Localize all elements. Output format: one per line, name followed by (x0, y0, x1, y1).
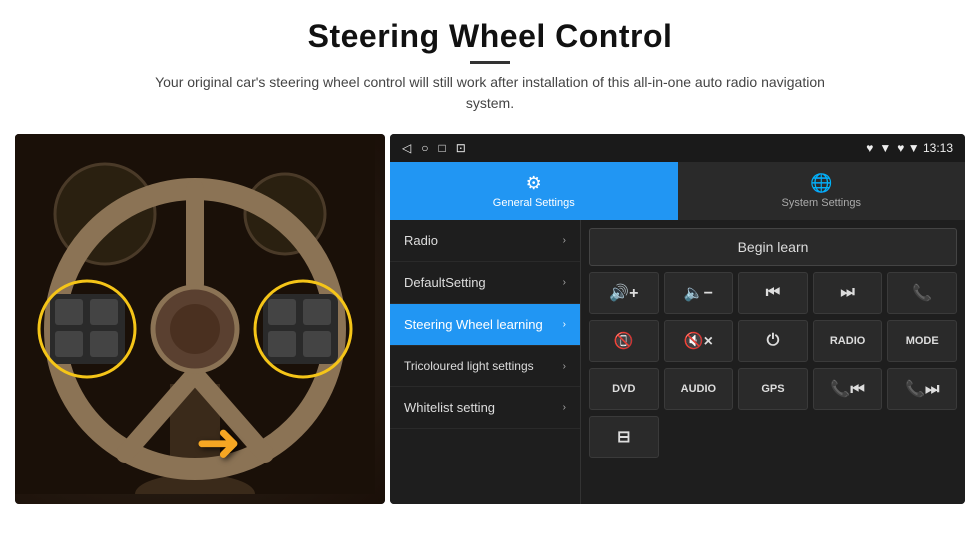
audio-button[interactable]: AUDIO (664, 368, 734, 410)
mute-icon: 🔇× (684, 331, 713, 351)
menu-default-label: DefaultSetting (404, 275, 486, 290)
main-content: ➜ ◁ ○ □ ⊡ ♥ ▼ ♥ ▼ 13:13 ⚙ General Settin… (15, 134, 965, 504)
dvd-button[interactable]: DVD (589, 368, 659, 410)
phone-answer-button[interactable]: 📞 (887, 272, 957, 314)
location-icon: ♥ (866, 141, 873, 155)
chevron-whitelist-icon: › (563, 402, 566, 413)
mode-button[interactable]: MODE (887, 320, 957, 362)
dvd-label: DVD (612, 383, 635, 395)
tab-general-label: General Settings (493, 197, 575, 209)
chevron-tricoloured-icon: › (563, 361, 566, 372)
mute-button[interactable]: 🔇× (664, 320, 734, 362)
chevron-default-icon: › (563, 277, 566, 288)
wifi-icon: ▼ (879, 141, 891, 155)
special-icon: ⊟ (617, 427, 630, 447)
menu-item-tricoloured[interactable]: Tricoloured light settings › (390, 346, 580, 387)
page-title: Steering Wheel Control (20, 18, 960, 55)
status-right: ♥ ▼ ♥ ▼ 13:13 (866, 141, 953, 155)
menu-item-steering[interactable]: Steering Wheel learning › (390, 304, 580, 346)
right-controls: Begin learn 🔊+ 🔈− ⏮ ⏭ (580, 220, 965, 504)
phone-prev-icon: 📞⏮ (830, 379, 864, 399)
audio-label: AUDIO (681, 383, 716, 395)
phone-hangup-button[interactable]: 📵 (589, 320, 659, 362)
header-subtitle: Your original car's steering wheel contr… (140, 72, 840, 114)
left-menu: Radio › DefaultSetting › Steering Wheel … (390, 220, 580, 504)
tablet-screen: ◁ ○ □ ⊡ ♥ ▼ ♥ ▼ 13:13 ⚙ General Settings… (390, 134, 965, 504)
controls-row4: ⊟ (589, 416, 957, 458)
power-button[interactable]: ⏻ (738, 320, 808, 362)
chevron-steering-icon: › (563, 319, 566, 330)
radio-label: RADIO (830, 335, 865, 347)
power-icon: ⏻ (767, 332, 780, 350)
controls-row2: 📵 🔇× ⏻ RADIO MODE (589, 320, 957, 362)
menu-controls-area: Radio › DefaultSetting › Steering Wheel … (390, 220, 965, 504)
next-track-button[interactable]: ⏭ (813, 272, 883, 314)
menu-item-radio[interactable]: Radio › (390, 220, 580, 262)
menu-item-whitelist[interactable]: Whitelist setting › (390, 387, 580, 429)
header-divider (470, 61, 510, 64)
phone-hangup-icon: 📵 (614, 331, 634, 351)
menu-tricoloured-label: Tricoloured light settings (404, 359, 534, 373)
clock: ♥ ▼ 13:13 (897, 141, 953, 155)
begin-learn-button[interactable]: Begin learn (589, 228, 957, 266)
tab-general[interactable]: ⚙ General Settings (390, 162, 678, 220)
prev-track-icon: ⏮ (766, 284, 780, 302)
menu-item-default[interactable]: DefaultSetting › (390, 262, 580, 304)
controls-row3: DVD AUDIO GPS 📞⏮ 📞⏭ (589, 368, 957, 410)
vol-down-button[interactable]: 🔈− (664, 272, 734, 314)
prev-track-button[interactable]: ⏮ (738, 272, 808, 314)
tab-system[interactable]: 🌐 System Settings (678, 162, 966, 220)
controls-row1: 🔊+ 🔈− ⏮ ⏭ 📞 (589, 272, 957, 314)
vol-down-icon: 🔈− (684, 283, 713, 303)
vol-up-icon: 🔊+ (609, 283, 638, 303)
next-track-icon: ⏭ (840, 284, 854, 302)
gps-button[interactable]: GPS (738, 368, 808, 410)
system-settings-icon: 🌐 (810, 173, 832, 194)
vol-up-button[interactable]: 🔊+ (589, 272, 659, 314)
back-icon: ◁ (402, 141, 411, 155)
begin-learn-row: Begin learn (589, 228, 957, 266)
status-bar: ◁ ○ □ ⊡ ♥ ▼ ♥ ▼ 13:13 (390, 134, 965, 162)
special-button[interactable]: ⊟ (589, 416, 659, 458)
tab-system-label: System Settings (782, 197, 861, 209)
menu-icon: ⊡ (456, 141, 466, 155)
phone-next-icon: 📞⏭ (905, 379, 939, 399)
tab-bar: ⚙ General Settings 🌐 System Settings (390, 162, 965, 220)
gps-label: GPS (761, 383, 784, 395)
header: Steering Wheel Control Your original car… (0, 0, 980, 124)
phone-prev-button[interactable]: 📞⏮ (813, 368, 883, 410)
mode-label: MODE (906, 335, 939, 347)
radio-button[interactable]: RADIO (813, 320, 883, 362)
general-settings-icon: ⚙ (526, 173, 542, 194)
phone-answer-icon: 📞 (912, 283, 932, 303)
home-icon: ○ (421, 141, 428, 155)
steering-wheel-image: ➜ (15, 134, 385, 504)
menu-whitelist-label: Whitelist setting (404, 400, 495, 415)
recents-icon: □ (438, 141, 445, 155)
phone-next-button[interactable]: 📞⏭ (887, 368, 957, 410)
chevron-radio-icon: › (563, 235, 566, 246)
menu-radio-label: Radio (404, 233, 438, 248)
menu-steering-label: Steering Wheel learning (404, 317, 543, 332)
nav-icons: ◁ ○ □ ⊡ (402, 141, 466, 155)
